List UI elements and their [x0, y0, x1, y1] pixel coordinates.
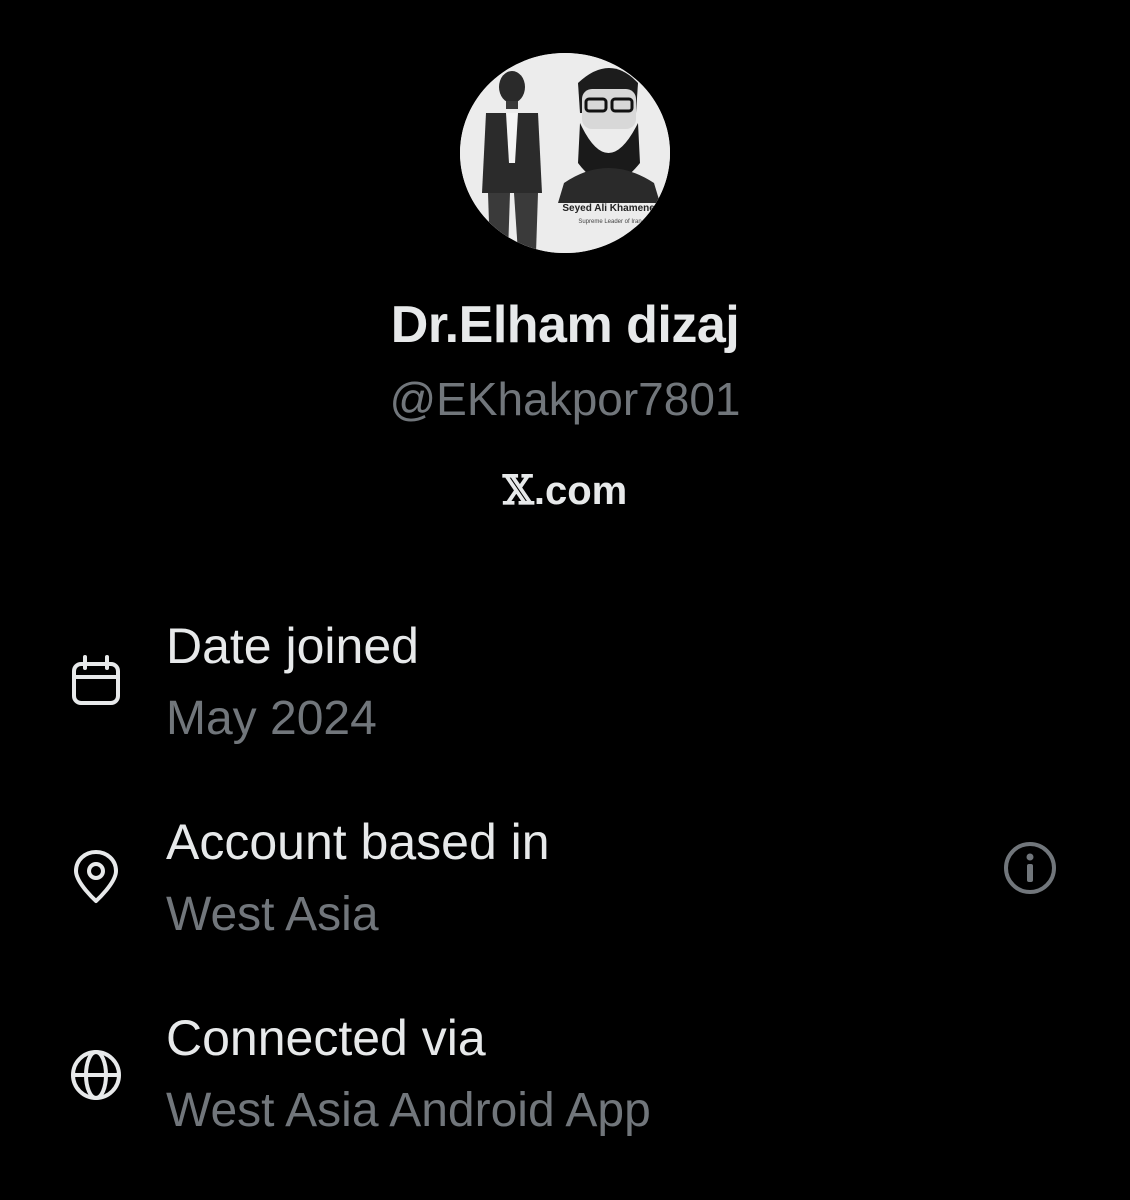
detail-value: West Asia Android App	[166, 1084, 651, 1137]
detail-row-date-joined: Date joined May 2024	[0, 617, 1130, 757]
user-handle: @EKhakpor7801	[389, 373, 741, 425]
avatar-image: Seyed Ali Khamenei Supreme Leader of Ira…	[460, 53, 670, 253]
calendar-icon	[72, 655, 120, 705]
detail-value: West Asia	[166, 888, 379, 941]
detail-row-connected-via: Connected via West Asia Android App	[0, 1009, 1130, 1149]
detail-value: May 2024	[166, 692, 377, 745]
avatar-caption-name: Seyed Ali Khamenei	[562, 203, 657, 214]
detail-label: Date joined	[166, 618, 419, 674]
profile-avatar[interactable]: Seyed Ali Khamenei Supreme Leader of Ira…	[460, 53, 670, 253]
globe-icon	[71, 1050, 121, 1100]
site-label: 𝕏.com	[0, 467, 1130, 514]
detail-row-account-based-in: Account based in West Asia	[0, 813, 1130, 953]
detail-label: Account based in	[166, 814, 550, 870]
x-logo-icon: 𝕏	[502, 467, 534, 514]
avatar-caption-title: Supreme Leader of Iran	[578, 219, 641, 225]
site-suffix: .com	[533, 469, 628, 513]
location-pin-icon	[74, 850, 118, 903]
detail-label: Connected via	[166, 1010, 486, 1066]
display-name: Dr.Elham dizaj	[390, 296, 740, 354]
info-icon[interactable]	[1002, 840, 1058, 896]
